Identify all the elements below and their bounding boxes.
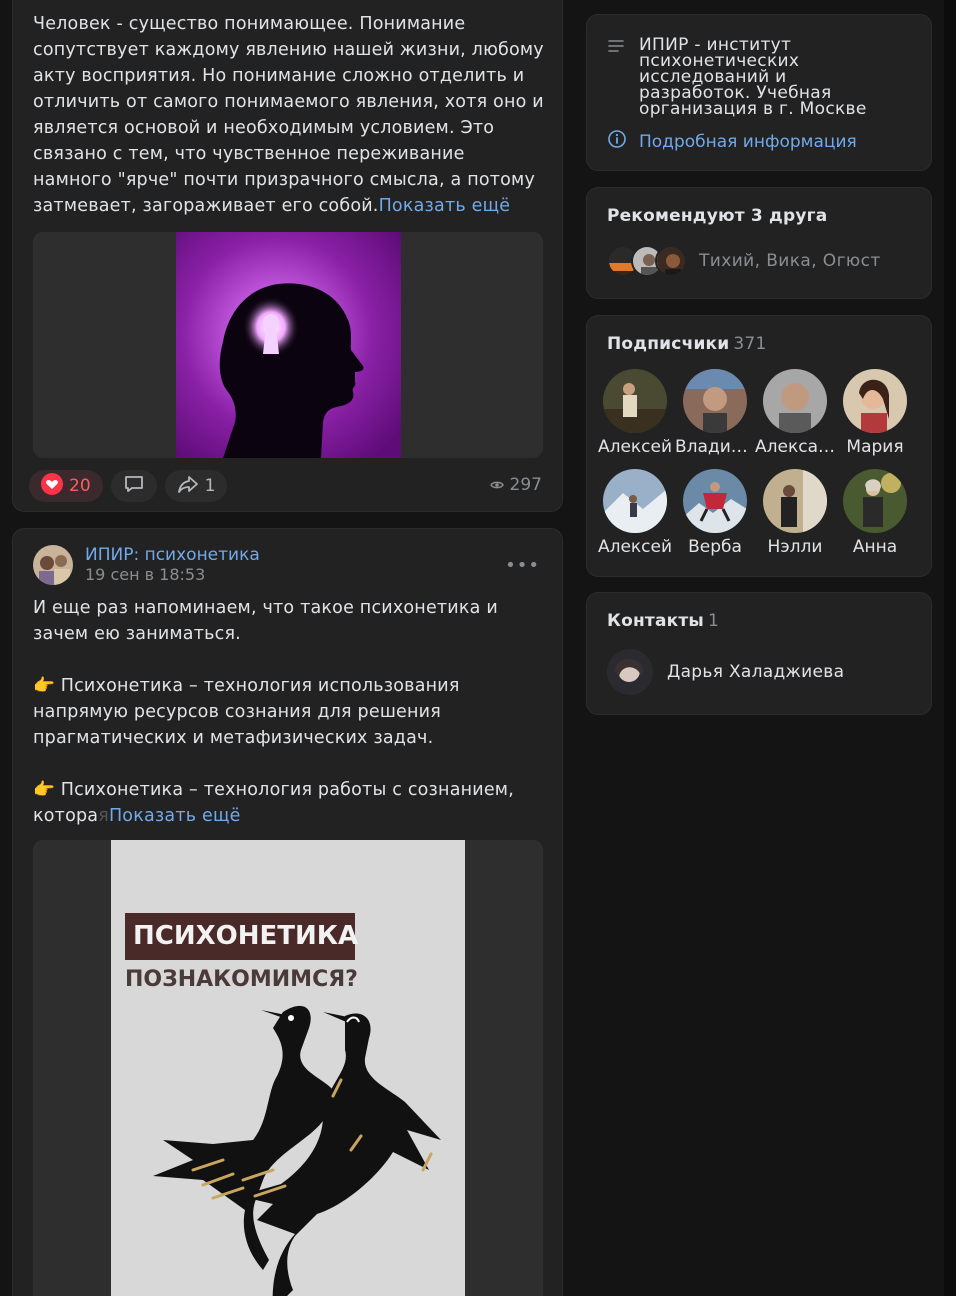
share-button[interactable]: 1 <box>164 470 228 502</box>
subscriber-avatar <box>683 369 747 433</box>
subscribers-count: 371 <box>733 334 767 354</box>
subscriber-item[interactable]: Александр <box>755 369 835 457</box>
subscriber-item[interactable]: Алексей <box>595 369 675 457</box>
recommend-names: Тихий, Вика, Огюст <box>699 251 881 271</box>
subscriber-name: Владимир <box>675 437 755 457</box>
contacts-title[interactable]: Контакты 1 <box>607 611 719 631</box>
post-2-author[interactable]: ИПИР: психонетика <box>85 545 260 565</box>
subscriber-item[interactable]: Нэлли <box>755 469 835 557</box>
subscriber-item[interactable]: Анна <box>835 469 915 557</box>
friends-recommend-card[interactable]: Рекомендуют 3 друга Тихий, Вика, Огюст <box>586 187 932 299</box>
post-2-paragraph-2: 👉 Психонетика – технология использования… <box>33 676 460 748</box>
comment-button[interactable] <box>110 470 157 502</box>
subscriber-name: Мария <box>846 437 904 457</box>
post-card-1: Человек - существо понимающее. Понимание… <box>12 0 563 512</box>
more-info-label: Подробная информация <box>639 131 857 152</box>
share-count: 1 <box>204 476 216 496</box>
recommend-friends: Тихий, Вика, Огюст <box>607 245 881 277</box>
subscriber-avatar <box>843 369 907 433</box>
subscriber-name: Анна <box>852 537 898 557</box>
contact-name: Дарья Халаджиева <box>667 662 845 682</box>
keyhole-head-illustration <box>176 232 401 458</box>
like-button[interactable]: 20 <box>29 470 103 502</box>
post-2-image[interactable]: ПСИХОНЕТИКА ПОЗНАКОМИМСЯ? <box>33 840 543 1296</box>
subscriber-name: Алексей <box>597 537 673 557</box>
post-1-show-more-link[interactable]: Показать ещё <box>379 196 511 216</box>
recommend-title: Рекомендуют 3 друга <box>607 206 828 226</box>
post-2-paragraph-3: 👉 Психонетика – технология работы с созн… <box>33 777 548 829</box>
comment-icon <box>123 474 145 499</box>
post-2-show-more-link[interactable]: Показать ещё <box>109 806 241 826</box>
views-count: 297 <box>509 475 542 495</box>
community-info-card: ИПИР - институт психонетических исследов… <box>586 14 932 171</box>
post-card-2: ИПИР: психонетика 19 сен в 18:53 ••• И е… <box>12 528 563 1296</box>
subscribers-label: Подписчики <box>607 334 730 354</box>
post-1-actions: 20 1 <box>29 470 228 502</box>
subscriber-name: Нэлли <box>767 537 823 557</box>
poster-title: ПСИХОНЕТИКА <box>133 921 358 951</box>
subscriber-item[interactable]: Алексей <box>595 469 675 557</box>
description-text: ИПИР - институт психонетических исследов… <box>639 35 867 119</box>
subscriber-avatar <box>683 469 747 533</box>
subscriber-item[interactable]: Верба <box>675 469 755 557</box>
contacts-label: Контакты <box>607 611 705 631</box>
subscriber-avatar <box>763 369 827 433</box>
description-icon <box>607 37 625 117</box>
subscriber-avatar <box>603 369 667 433</box>
community-description: ИПИР - институт психонетических исследов… <box>607 35 899 119</box>
more-info-link[interactable]: Подробная информация <box>607 129 857 154</box>
subscriber-name: Верба <box>688 537 742 557</box>
subscribers-grid: Алексей Владимир Александр Мария Алексей… <box>595 369 925 557</box>
contact-avatar <box>607 649 653 695</box>
subscriber-item[interactable]: Владимир <box>675 369 755 457</box>
post-1-body: Человек - существо понимающее. Понимание… <box>33 14 544 216</box>
post-1-views: 297 <box>489 475 542 495</box>
eye-icon <box>489 475 504 495</box>
subscriber-name: Алексей <box>597 437 673 457</box>
more-options-icon[interactable]: ••• <box>505 555 540 576</box>
heart-icon <box>41 472 63 500</box>
friend-avatar <box>655 245 687 277</box>
contacts-card: Контакты 1 Дарья Халаджиева <box>586 592 932 715</box>
post-2-paragraph-1: И еще раз напоминаем, что такое психонет… <box>33 598 498 644</box>
psychonetics-poster: ПСИХОНЕТИКА ПОЗНАКОМИМСЯ? <box>111 840 465 1296</box>
post-2-fade-text: я <box>98 806 109 826</box>
post-1-text: Человек - существо понимающее. Понимание… <box>33 11 548 219</box>
subscriber-avatar <box>843 469 907 533</box>
poster-subtitle: ПОЗНАКОМИМСЯ? <box>125 967 358 992</box>
post-2-text: И еще раз напоминаем, что такое психонет… <box>33 595 548 829</box>
subscriber-avatar <box>603 469 667 533</box>
contact-item[interactable]: Дарья Халаджиева <box>607 649 844 695</box>
contacts-count: 1 <box>708 611 720 631</box>
subscriber-item[interactable]: Мария <box>835 369 915 457</box>
community-avatar[interactable] <box>33 545 73 585</box>
subscribers-card: Подписчики371 Алексей Владимир Александр… <box>586 315 932 577</box>
post-1-image[interactable] <box>33 232 543 458</box>
info-icon <box>607 129 627 154</box>
window-edge <box>944 0 956 1296</box>
post-2-date[interactable]: 19 сен в 18:53 <box>85 565 205 584</box>
subscribers-title[interactable]: Подписчики 371 <box>607 334 766 354</box>
subscriber-name: Александр <box>755 437 835 457</box>
like-count: 20 <box>69 476 91 496</box>
share-icon <box>177 474 199 499</box>
subscriber-avatar <box>763 469 827 533</box>
